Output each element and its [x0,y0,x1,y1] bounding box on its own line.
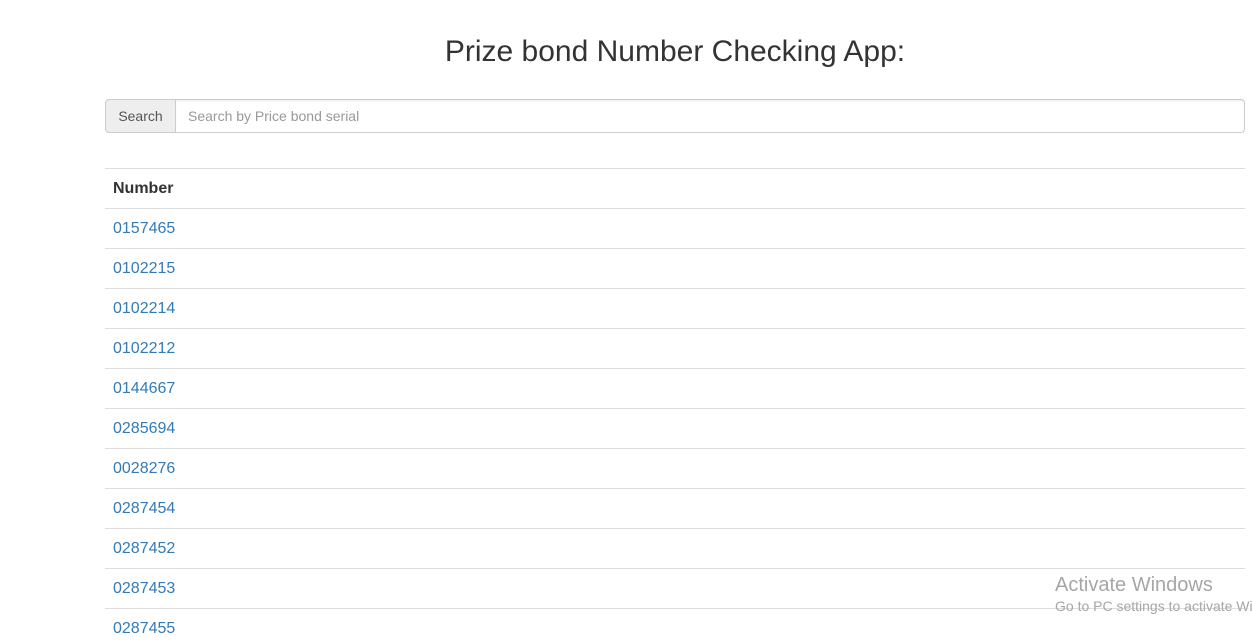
bond-number-link[interactable]: 0102214 [113,300,175,317]
table-row: 0287455 [105,608,1245,640]
bond-number-link[interactable]: 0102215 [113,260,175,277]
bond-number-table: Number 0157465 0102215 0102214 0102212 0… [105,168,1245,640]
table-row: 0028276 [105,448,1245,489]
column-header-number: Number [105,168,1245,209]
table-row: 0287453 [105,568,1245,609]
table-row: 0287454 [105,488,1245,529]
table-cell: 0157465 [105,208,1245,249]
table-cell: 0287454 [105,488,1245,529]
table-row: 0285694 [105,408,1245,449]
page-title: Prize bond Number Checking App: [444,35,906,68]
table-cell: 0144667 [105,368,1245,409]
table-row: 0102212 [105,328,1245,369]
table-body: 0157465 0102215 0102214 0102212 0144667 … [105,208,1245,640]
search-group: Search [105,99,1245,133]
page: Prize bond Number Checking App: Search N… [0,0,1252,640]
bond-number-link[interactable]: 0287454 [113,500,175,517]
table-cell: 0102212 [105,328,1245,369]
table-row: 0102214 [105,288,1245,329]
bond-number-link[interactable]: 0287453 [113,580,175,597]
bond-number-link[interactable]: 0287455 [113,620,175,637]
table-cell: 0102215 [105,248,1245,289]
table-row: 0144667 [105,368,1245,409]
bond-number-link[interactable]: 0287452 [113,540,175,557]
search-input[interactable] [176,99,1245,133]
table-row: 0157465 [105,208,1245,249]
table-cell: 0102214 [105,288,1245,329]
table-cell: 0287452 [105,528,1245,569]
table-cell: 0287453 [105,568,1245,609]
bond-number-link[interactable]: 0028276 [113,460,175,477]
bond-number-link[interactable]: 0144667 [113,380,175,397]
table-cell: 0028276 [105,448,1245,489]
table-row: 0102215 [105,248,1245,289]
table-row: 0287452 [105,528,1245,569]
table-cell: 0285694 [105,408,1245,449]
table-header-row: Number [105,168,1245,209]
table-cell: 0287455 [105,608,1245,640]
bond-number-link[interactable]: 0157465 [113,220,175,237]
bond-number-link[interactable]: 0285694 [113,420,175,437]
bond-number-link[interactable]: 0102212 [113,340,175,357]
search-addon-button[interactable]: Search [105,99,176,133]
